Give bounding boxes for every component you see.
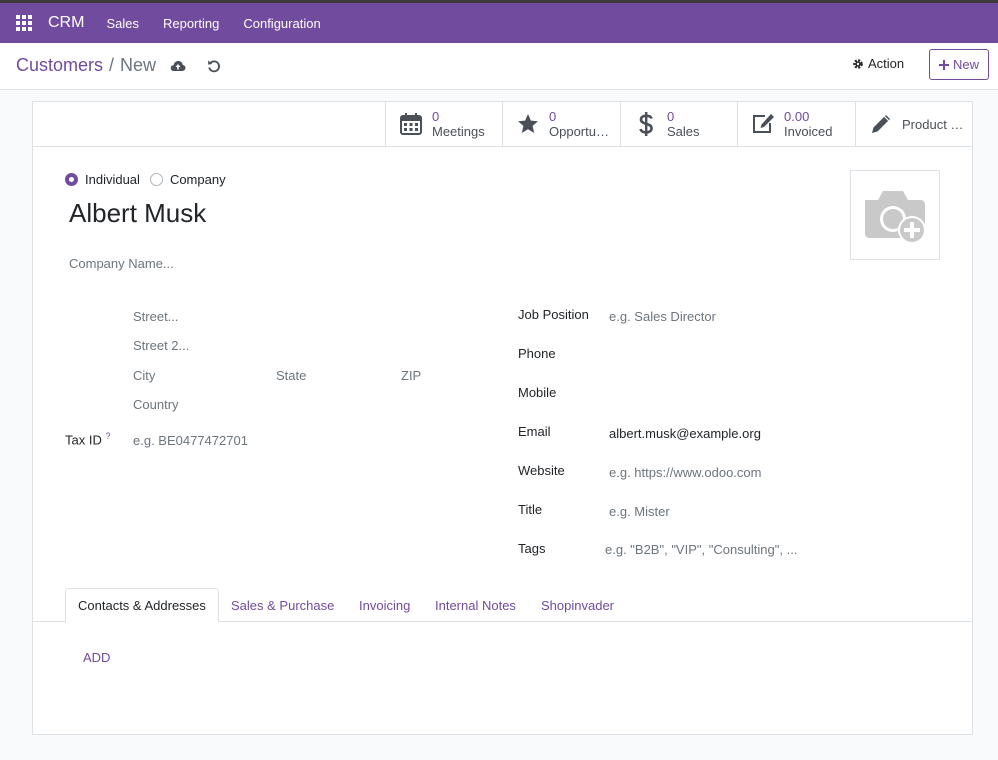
- tab-shopinvader[interactable]: Shopinvader: [529, 588, 626, 622]
- save-cloud-icon[interactable]: [169, 57, 187, 75]
- country-input[interactable]: Country: [133, 397, 179, 412]
- company-name-input[interactable]: Company Name...: [69, 256, 174, 271]
- new-record-button[interactable]: New: [929, 49, 989, 80]
- street-input[interactable]: Street...: [133, 309, 179, 324]
- invoiced-amount: 0.00: [784, 109, 810, 124]
- camera-add-icon: [865, 191, 926, 244]
- street2-input[interactable]: Street 2...: [133, 338, 189, 353]
- smart-button-box: 0 Meetings 0 Opportu… 0 Sales 0.00 Invoi…: [33, 102, 972, 147]
- radio-company-label[interactable]: Company: [170, 172, 226, 187]
- mobile-label: Mobile: [518, 385, 557, 400]
- opportunities-label: Opportu…: [549, 124, 609, 139]
- tab-sales-purchase[interactable]: Sales & Purchase: [219, 588, 346, 622]
- add-contact-button[interactable]: ADD: [83, 650, 110, 665]
- tab-internal-notes[interactable]: Internal Notes: [423, 588, 528, 622]
- tags-label: Tags: [518, 541, 546, 556]
- gear-icon: [853, 58, 863, 69]
- radio-individual[interactable]: [65, 173, 78, 186]
- state-input[interactable]: State: [276, 368, 306, 383]
- job-position-input[interactable]: e.g. Sales Director: [609, 309, 716, 324]
- mobile-input[interactable]: [609, 385, 909, 401]
- action-label: Action: [868, 56, 905, 71]
- breadcrumb-current: New: [120, 55, 157, 75]
- tab-contacts-addresses[interactable]: Contacts & Addresses: [65, 588, 219, 623]
- help-tooltip-icon[interactable]: ?: [105, 431, 110, 441]
- website-label: Website: [518, 463, 565, 478]
- nav-item-configuration[interactable]: Configuration: [243, 16, 320, 31]
- nav-item-sales[interactable]: Sales: [106, 16, 139, 31]
- email-input[interactable]: albert.musk@example.org: [609, 426, 761, 441]
- breadcrumb-customers[interactable]: Customers: [16, 55, 103, 76]
- tax-id-input[interactable]: e.g. BE0477472701: [133, 433, 248, 448]
- breadcrumb: Customers / New: [16, 55, 156, 76]
- star-icon: [515, 111, 541, 137]
- phone-label: Phone: [518, 346, 556, 361]
- nav-item-reporting[interactable]: Reporting: [163, 16, 219, 31]
- phone-input[interactable]: [609, 346, 909, 362]
- breadcrumb-separator: /: [109, 55, 115, 75]
- sales-label: Sales: [667, 124, 700, 139]
- product-label: Product …: [902, 116, 964, 132]
- calendar-icon: [398, 111, 424, 137]
- meetings-label: Meetings: [432, 124, 485, 139]
- tax-id-label: Tax ID ?: [65, 431, 111, 448]
- smart-button-product[interactable]: Product …: [855, 102, 972, 146]
- plus-icon: [938, 59, 949, 70]
- city-input[interactable]: City: [133, 368, 155, 383]
- smart-button-invoiced[interactable]: 0.00 Invoiced: [737, 102, 855, 146]
- discard-undo-icon[interactable]: [205, 57, 223, 75]
- website-input[interactable]: e.g. https://www.odoo.com: [609, 465, 761, 480]
- sales-count: 0: [667, 109, 675, 124]
- new-label: New: [952, 57, 979, 72]
- notebook-tabs: Contacts & Addresses Sales & Purchase In…: [33, 588, 972, 623]
- edit-icon: [750, 111, 776, 137]
- zip-input[interactable]: ZIP: [401, 368, 421, 383]
- smart-button-sales[interactable]: 0 Sales: [620, 102, 738, 146]
- dollar-icon: [633, 111, 659, 137]
- radio-company[interactable]: [149, 173, 163, 186]
- pencil-icon: [868, 111, 894, 137]
- invoiced-label: Invoiced: [784, 124, 833, 139]
- control-panel: Customers / New Action New: [0, 43, 998, 90]
- app-brand[interactable]: CRM: [48, 14, 84, 32]
- smart-button-meetings[interactable]: 0 Meetings: [385, 102, 503, 146]
- smart-button-opportunities[interactable]: 0 Opportu…: [502, 102, 620, 146]
- email-label: Email: [518, 424, 551, 439]
- opportunities-count: 0: [549, 109, 557, 124]
- avatar-upload[interactable]: [850, 170, 940, 260]
- form-sheet: 0 Meetings 0 Opportu… 0 Sales 0.00 Invoi…: [32, 101, 973, 735]
- title-input[interactable]: e.g. Mister: [609, 504, 670, 519]
- radio-individual-label[interactable]: Individual: [85, 172, 140, 187]
- tab-invoicing[interactable]: Invoicing: [347, 588, 422, 622]
- meetings-count: 0: [432, 109, 440, 124]
- apps-menu-icon[interactable]: [0, 3, 48, 43]
- partner-name-input[interactable]: Albert Musk: [69, 198, 206, 229]
- job-position-label: Job Position: [518, 307, 589, 322]
- tags-input[interactable]: e.g. "B2B", "VIP", "Consulting", ...: [605, 542, 797, 557]
- action-menu-button[interactable]: Action: [852, 56, 904, 71]
- top-navbar: CRM Sales Reporting Configuration: [0, 3, 998, 43]
- company-type-selector: Individual Company: [65, 172, 236, 187]
- title-label: Title: [518, 502, 543, 517]
